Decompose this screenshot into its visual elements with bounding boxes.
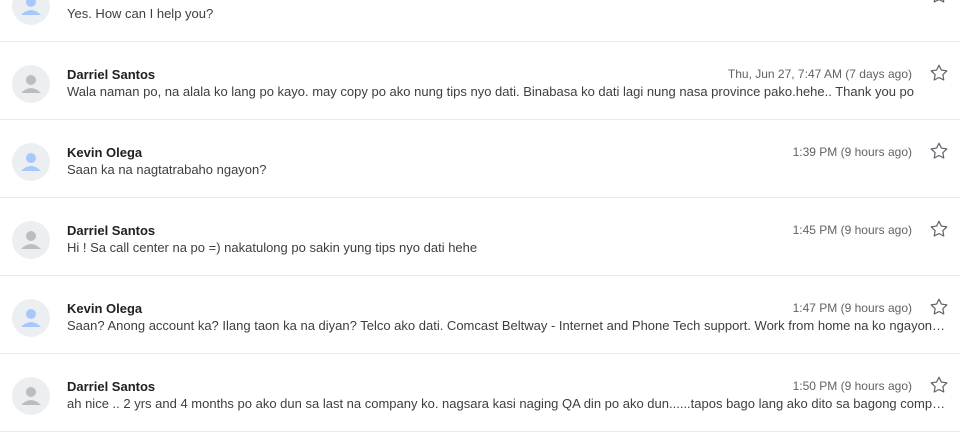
message-snippet: Saan? Anong account ka? Ilang taon ka na… bbox=[67, 318, 947, 333]
star-icon[interactable] bbox=[928, 140, 950, 162]
star-icon[interactable] bbox=[928, 218, 950, 240]
person-icon bbox=[21, 75, 41, 93]
sender-name: Kevin Olega bbox=[67, 145, 143, 160]
star-icon[interactable] bbox=[928, 62, 950, 84]
person-icon bbox=[21, 153, 41, 171]
message-snippet: Saan ka na nagtatrabaho ngayon? bbox=[67, 162, 267, 177]
sender-name: Kevin Olega bbox=[67, 301, 143, 316]
email-thread: Yes. How can I help you? Darriel Santos … bbox=[0, 0, 960, 434]
person-icon bbox=[21, 309, 41, 327]
person-icon bbox=[21, 387, 41, 405]
message-snippet: ah nice .. 2 yrs and 4 months po ako dun… bbox=[67, 396, 946, 411]
sender-name: Darriel Santos bbox=[67, 67, 156, 82]
avatar bbox=[12, 143, 50, 181]
message-date: 1:47 PM (9 hours ago) bbox=[792, 301, 912, 315]
message-date: 1:45 PM (9 hours ago) bbox=[792, 223, 912, 237]
star-icon[interactable] bbox=[928, 296, 950, 318]
message-date: 1:39 PM (9 hours ago) bbox=[792, 145, 912, 159]
message-snippet: Hi ! Sa call center na po =) nakatulong … bbox=[67, 240, 478, 255]
message-date: 1:50 PM (9 hours ago) bbox=[792, 379, 912, 393]
sender-name: Darriel Santos bbox=[67, 223, 156, 238]
star-icon[interactable] bbox=[928, 0, 950, 6]
avatar bbox=[12, 377, 50, 415]
message-item[interactable]: Darriel Santos Hi ! Sa call center na po… bbox=[0, 198, 960, 276]
message-item[interactable]: Kevin Olega Saan ka na nagtatrabaho ngay… bbox=[0, 120, 960, 198]
message-date: Thu, Jun 27, 7:47 AM (7 days ago) bbox=[727, 67, 912, 81]
person-icon bbox=[21, 0, 41, 15]
message-snippet: Yes. How can I help you? bbox=[67, 6, 214, 21]
avatar bbox=[12, 221, 50, 259]
sender-name: Darriel Santos bbox=[67, 379, 156, 394]
message-snippet: Wala naman po, na alala ko lang po kayo.… bbox=[67, 84, 915, 99]
avatar bbox=[12, 65, 50, 103]
message-item[interactable]: Kevin Olega Saan? Anong account ka? Ilan… bbox=[0, 276, 960, 354]
avatar bbox=[12, 0, 50, 25]
message-item[interactable]: Yes. How can I help you? bbox=[0, 0, 960, 42]
person-icon bbox=[21, 231, 41, 249]
message-item[interactable]: Darriel Santos Wala naman po, na alala k… bbox=[0, 42, 960, 120]
avatar bbox=[12, 299, 50, 337]
message-item[interactable]: Darriel Santos ah nice .. 2 yrs and 4 mo… bbox=[0, 354, 960, 432]
star-icon[interactable] bbox=[928, 374, 950, 396]
